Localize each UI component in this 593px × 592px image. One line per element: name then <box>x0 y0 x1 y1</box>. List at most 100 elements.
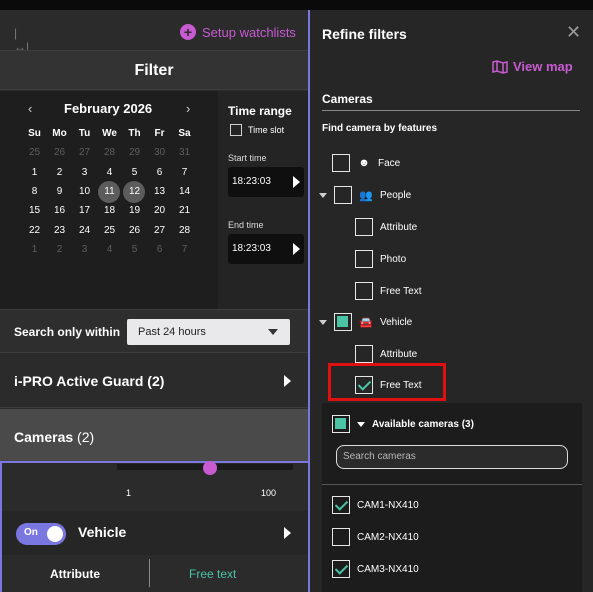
checkbox-indeterminate-icon[interactable] <box>332 415 350 433</box>
feature-people[interactable]: 👥 People <box>319 186 411 204</box>
vehicle-toggle[interactable]: On <box>16 523 66 545</box>
calendar-day[interactable]: 26 <box>47 147 72 158</box>
checkbox-checked-icon[interactable] <box>332 496 350 514</box>
calendar-day[interactable]: 4 <box>97 244 122 255</box>
calendar-day[interactable]: 2 <box>47 167 72 178</box>
tab-attribute[interactable]: Attribute <box>50 567 100 581</box>
calendar-day[interactable]: 6 <box>147 167 172 178</box>
calendar-day[interactable]: 1 <box>22 167 47 178</box>
calendar-day[interactable]: 24 <box>72 225 97 236</box>
time-slot-label: Time slot <box>248 125 285 135</box>
camera-list-item[interactable]: CAM3-NX410 <box>332 560 419 578</box>
feature-people-photo[interactable]: Photo <box>355 250 406 268</box>
calendar-day[interactable]: 25 <box>97 225 122 236</box>
plus-circle-icon: + <box>180 24 196 40</box>
calendar-day[interactable]: 9 <box>47 186 72 197</box>
close-icon[interactable]: ✕ <box>566 22 581 43</box>
feature-vehicle-attribute[interactable]: Attribute <box>355 345 417 363</box>
calendar-header: ‹ February 2026 › <box>0 101 218 117</box>
calendar-day[interactable]: 17 <box>72 205 97 216</box>
camera-list-item[interactable]: CAM2-NX410 <box>332 528 419 546</box>
calendar-day[interactable]: 3 <box>72 167 97 178</box>
slider-max-label: 100 <box>261 488 277 498</box>
start-time-value: 18:23:03 <box>232 176 271 187</box>
calendar-day[interactable]: 2 <box>47 244 72 255</box>
setup-watchlists-button[interactable]: + Setup watchlists <box>180 24 296 40</box>
calendar-day[interactable]: 20 <box>147 205 172 216</box>
start-time-label: Start time <box>228 153 267 163</box>
time-slot-checkbox[interactable]: Time slot <box>230 124 284 136</box>
calendar-day[interactable]: 28 <box>172 225 197 236</box>
calendar-weekday: Fr <box>154 128 165 140</box>
slider-thumb[interactable] <box>203 461 217 475</box>
feature-face[interactable]: ☻ Face <box>332 154 400 172</box>
find-camera-label: Find camera by features <box>322 123 438 134</box>
expand-icon[interactable]: |↔| <box>14 26 32 54</box>
calendar-day[interactable]: 22 <box>22 225 47 236</box>
calendar-day[interactable]: 13 <box>147 186 172 197</box>
calendar-day[interactable]: 27 <box>72 147 97 158</box>
feature-people-attribute[interactable]: Attribute <box>355 218 417 236</box>
calendar-day[interactable]: 27 <box>147 225 172 236</box>
triangle-right-icon <box>293 176 300 188</box>
calendar-day[interactable]: 7 <box>172 244 197 255</box>
end-time-field[interactable]: 18:23:03 <box>228 234 304 264</box>
search-cameras-input[interactable]: Search cameras <box>336 445 568 469</box>
toggle-on-label: On <box>24 527 38 538</box>
cameras-row[interactable]: Cameras (2) <box>0 409 308 461</box>
tab-free-text[interactable]: Free text <box>189 567 236 581</box>
checkbox-checked-icon[interactable] <box>332 560 350 578</box>
calendar-week: 1234567 <box>22 163 198 182</box>
calendar-day-selected[interactable]: 11 <box>97 181 122 204</box>
time-range-title: Time range <box>228 104 292 118</box>
feature-people-free-text-label: Free Text <box>380 285 422 297</box>
calendar-day[interactable]: 28 <box>97 147 122 158</box>
chevron-down-icon[interactable] <box>319 192 327 198</box>
chevron-down-icon[interactable] <box>319 319 327 325</box>
calendar-day[interactable]: 15 <box>22 205 47 216</box>
start-time-field[interactable]: 18:23:03 <box>228 167 304 197</box>
calendar-day[interactable]: 8 <box>22 186 47 197</box>
feature-vehicle[interactable]: 🚘 Vehicle <box>319 313 412 331</box>
calendar-day[interactable]: 30 <box>147 147 172 158</box>
vehicle-row[interactable]: On Vehicle <box>0 511 308 555</box>
calendar-day[interactable]: 19 <box>122 205 147 216</box>
time-range: Time range Time slot Start time 18:23:03… <box>226 91 308 309</box>
calendar-day[interactable]: 21 <box>172 205 197 216</box>
slider-track[interactable] <box>117 461 293 475</box>
camera-list-item[interactable]: CAM1-NX410 <box>332 496 419 514</box>
calendar-day[interactable]: 7 <box>172 167 197 178</box>
calendar-day[interactable]: 23 <box>47 225 72 236</box>
checkbox-icon[interactable] <box>332 528 350 546</box>
available-cameras-header[interactable]: Available cameras (3) <box>332 415 474 433</box>
calendar-day[interactable]: 14 <box>172 186 197 197</box>
calendar-day[interactable]: 26 <box>122 225 147 236</box>
calendar-day[interactable]: 10 <box>72 186 97 197</box>
calendar-day[interactable]: 1 <box>22 244 47 255</box>
calendar-day[interactable]: 6 <box>147 244 172 255</box>
chevron-down-icon <box>268 329 278 335</box>
calendar-day[interactable]: 3 <box>72 244 97 255</box>
view-map-button[interactable]: View map <box>492 59 573 74</box>
calendar-day[interactable]: 5 <box>122 244 147 255</box>
chevron-down-icon[interactable] <box>357 421 365 427</box>
active-guard-row[interactable]: i-PRO Active Guard (2) <box>0 353 308 408</box>
feature-vehicle-attribute-label: Attribute <box>380 348 418 360</box>
search-within-select[interactable]: Past 24 hours <box>127 319 290 345</box>
previous-month-button[interactable]: ‹ <box>28 101 32 116</box>
calendar-day[interactable]: 16 <box>47 205 72 216</box>
calendar-day[interactable]: 18 <box>97 205 122 216</box>
filter-panel: |↔| + Setup watchlists Filter ‹ February… <box>0 0 308 592</box>
calendar-day[interactable]: 5 <box>122 167 147 178</box>
calendar-day[interactable]: 31 <box>172 147 197 158</box>
calendar-day[interactable]: 4 <box>97 167 122 178</box>
feature-people-free-text[interactable]: Free Text <box>355 282 422 300</box>
calendar-day[interactable]: 29 <box>122 147 147 158</box>
filter-title: Filter <box>0 50 308 90</box>
camera-name: CAM2-NX410 <box>357 531 419 543</box>
calendar-day-selected[interactable]: 12 <box>122 181 147 204</box>
divider <box>322 484 582 485</box>
calendar-day[interactable]: 25 <box>22 147 47 158</box>
next-month-button[interactable]: › <box>186 101 190 116</box>
active-guard-label: i-PRO Active Guard (2) <box>14 373 165 389</box>
